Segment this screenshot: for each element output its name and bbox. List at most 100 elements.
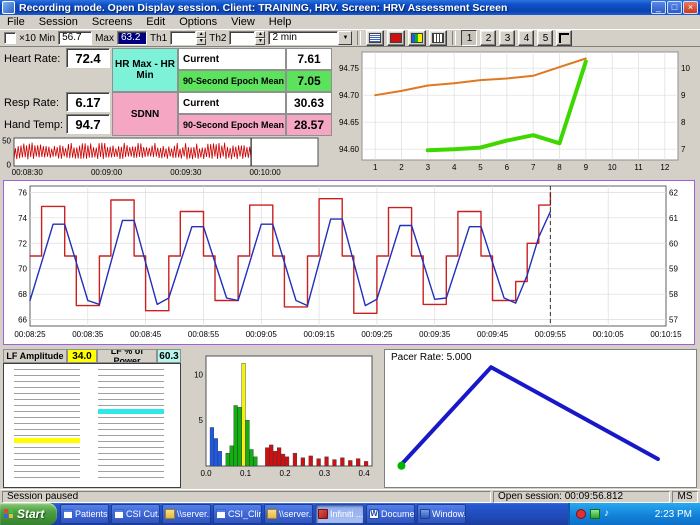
resp-rate-value: 6.17 [66, 92, 110, 112]
taskbar-item-server-1[interactable]: \\server... [162, 504, 211, 524]
screen-button-3[interactable]: 3 [499, 30, 515, 46]
x10-label: ×10 [19, 33, 36, 44]
histogram-display-button[interactable] [408, 30, 426, 46]
grid-icon [369, 33, 381, 43]
screen-button-2[interactable]: 2 [480, 30, 496, 46]
th2-stepper[interactable]: ▲▼ [229, 31, 265, 45]
hr-range-header: HR Max - HR Min [112, 48, 178, 92]
taskbar-item-infiniti[interactable]: Infiniti ... [315, 504, 364, 524]
svg-text:00:09:00: 00:09:00 [91, 168, 123, 177]
chevron-down-icon[interactable]: ▼ [338, 31, 352, 45]
th1-stepper[interactable]: ▲▼ [170, 31, 206, 45]
tray-network-icon[interactable] [590, 509, 600, 519]
taskbar-item-label: \\server... [279, 509, 313, 519]
svg-text:70: 70 [18, 265, 27, 274]
taskbar-item-csi-cut[interactable]: CSI Cut... [111, 504, 160, 524]
grid-view-button[interactable] [366, 30, 384, 46]
lf-amplitude-marker [14, 438, 80, 443]
hrv-oscillation-panel: 00:08:2500:08:3500:08:4500:08:5500:09:05… [3, 180, 695, 345]
hand-temp-label: Hand Temp: [4, 119, 63, 131]
th2-down-icon[interactable]: ▼ [255, 38, 265, 45]
th1-field[interactable] [170, 31, 196, 45]
windows-flag-icon [4, 509, 14, 519]
red-display-button[interactable] [387, 30, 405, 46]
interval-dropdown[interactable]: 2 min ▼ [268, 31, 352, 45]
menu-screens[interactable]: Screens [85, 16, 139, 28]
tray-volume-icon[interactable]: ♪ [604, 509, 609, 519]
svg-text:50: 50 [2, 137, 11, 146]
hrv-oscillation-chart: 00:08:2500:08:3500:08:4500:08:5500:09:05… [4, 181, 694, 344]
svg-text:00:09:30: 00:09:30 [170, 168, 202, 177]
svg-text:0.1: 0.1 [240, 469, 252, 478]
document-icon [114, 509, 124, 519]
session-timer: Open session: 00:09:56.812 [493, 491, 670, 503]
toolbar: ×10 Min 56.7 Max 63.2 Th1 ▲▼ Th2 ▲▼ 2 mi… [0, 29, 700, 47]
svg-text:3: 3 [426, 163, 431, 172]
svg-text:57: 57 [669, 316, 678, 325]
th1-up-icon[interactable]: ▲ [196, 31, 206, 38]
taskbar-item-label: Window... [432, 509, 466, 519]
maximize-button[interactable]: □ [667, 1, 682, 14]
menu-session[interactable]: Session [32, 16, 85, 28]
svg-text:9: 9 [681, 91, 686, 100]
th2-up-icon[interactable]: ▲ [255, 31, 265, 38]
min-field[interactable]: 56.7 [58, 31, 92, 45]
stripes-display-button[interactable] [429, 30, 447, 46]
svg-text:00:09:35: 00:09:35 [419, 330, 451, 339]
heart-rate-value: 72.4 [66, 48, 110, 68]
max-field[interactable]: 63.2 [117, 31, 147, 45]
svg-text:00:09:05: 00:09:05 [246, 330, 278, 339]
screen-button-1[interactable]: 1 [461, 30, 477, 46]
screen-button-4[interactable]: 4 [518, 30, 534, 46]
folder-icon [267, 509, 277, 519]
window-icon [420, 509, 430, 519]
svg-text:0.3: 0.3 [319, 469, 331, 478]
layout-button[interactable] [556, 30, 572, 46]
taskbar-item-document[interactable]: WDocume... [366, 504, 415, 524]
start-button[interactable]: Start [0, 503, 57, 525]
menu-file[interactable]: File [0, 16, 32, 28]
svg-text:10: 10 [194, 370, 203, 379]
th2-field[interactable] [229, 31, 255, 45]
menu-options[interactable]: Options [172, 16, 224, 28]
menu-help[interactable]: Help [262, 16, 299, 28]
svg-text:5: 5 [478, 163, 483, 172]
sdnn-current-value: 30.63 [286, 92, 332, 114]
th1-label: Th1 [150, 33, 167, 44]
x10-checkbox[interactable] [4, 32, 16, 44]
document-icon [63, 509, 73, 519]
tray-recording-icon[interactable] [576, 509, 586, 519]
svg-text:00:08:25: 00:08:25 [14, 330, 46, 339]
svg-text:59: 59 [669, 265, 678, 274]
red-square-icon [390, 33, 402, 43]
svg-text:58: 58 [669, 290, 678, 299]
svg-text:76: 76 [18, 188, 27, 197]
svg-text:11: 11 [634, 163, 643, 172]
svg-text:00:08:30: 00:08:30 [12, 168, 44, 177]
th1-down-icon[interactable]: ▼ [196, 38, 206, 45]
sdnn-current-label: Current [178, 92, 286, 114]
interval-value[interactable]: 2 min [268, 31, 338, 45]
screen-button-5[interactable]: 5 [537, 30, 553, 46]
taskbar-item-csi-clin[interactable]: CSI_Clin... [213, 504, 262, 524]
taskbar-item-server-2[interactable]: \\server... [264, 504, 313, 524]
taskbar-item-windows[interactable]: Window... [417, 504, 466, 524]
taskbar: Start Patients... CSI Cut... \\server...… [0, 503, 700, 525]
lf-amplitude-value: 34.0 [67, 349, 97, 363]
taskbar-item-label: \\server... [177, 509, 211, 519]
svg-text:0.2: 0.2 [279, 469, 291, 478]
minimize-button[interactable]: _ [651, 1, 666, 14]
window-title: Recording mode. Open Display session. Cl… [19, 2, 650, 14]
menu-view[interactable]: View [224, 16, 262, 28]
temperature-trend-chart: 12345678910111294.7594.7094.6594.6010987 [332, 48, 698, 178]
close-button[interactable]: × [683, 1, 698, 14]
svg-text:6: 6 [505, 163, 510, 172]
hr-range-epoch-value: 7.05 [286, 70, 332, 92]
svg-text:12: 12 [660, 163, 669, 172]
sdnn-header: SDNN [112, 92, 178, 136]
toolbar-separator [452, 31, 456, 45]
hand-temp-value: 94.7 [66, 114, 110, 134]
taskbar-item-patients[interactable]: Patients... [60, 504, 109, 524]
system-tray: ♪ 2:23 PM [568, 503, 700, 525]
menu-edit[interactable]: Edit [139, 16, 172, 28]
